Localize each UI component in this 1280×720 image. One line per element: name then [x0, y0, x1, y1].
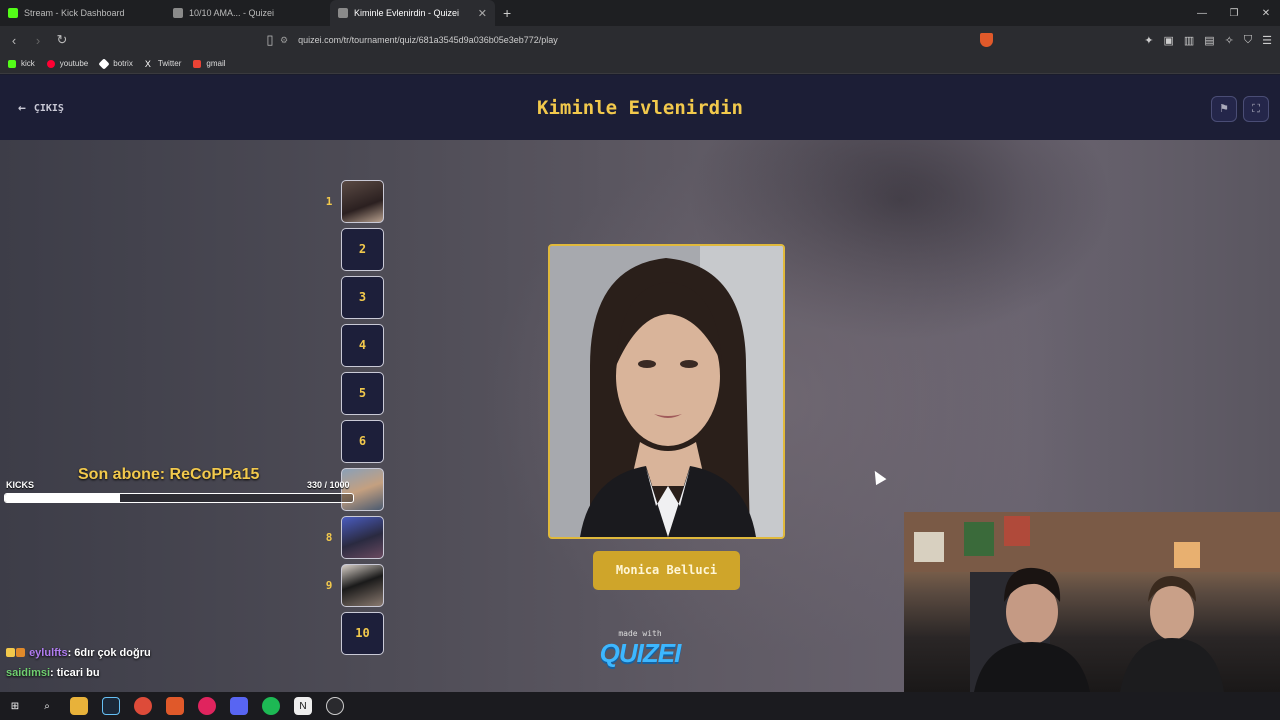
- rank-slot[interactable]: 10: [341, 612, 384, 655]
- chat-message: saidimsi: ticari bu: [6, 667, 100, 679]
- quiz-header: ← ÇIKIŞ Kiminle Evlenirdin ⚑ ⛶: [0, 75, 1280, 140]
- address-bar[interactable]: ⚙ quizei.com/tr/tournament/quiz/681a3545…: [280, 30, 1000, 50]
- rank-slot[interactable]: 6: [341, 420, 384, 463]
- bookmark-icon[interactable]: ▯: [260, 32, 280, 48]
- quizei-logo[interactable]: QUIZEI: [596, 638, 684, 669]
- portrait-image: [550, 246, 783, 537]
- quizei-favicon-icon: [173, 8, 183, 18]
- site-info-icon[interactable]: ⚙: [280, 35, 288, 46]
- gift-badge-icon: [16, 648, 25, 657]
- bookmark-twitter[interactable]: X Twitter: [145, 59, 182, 68]
- webcam-image: [904, 512, 1280, 692]
- youtube-icon: [46, 59, 55, 68]
- rank-slot[interactable]: 3: [341, 276, 384, 319]
- file-explorer-icon[interactable]: [70, 697, 88, 715]
- kicks-goal-label: KICKS: [6, 480, 35, 490]
- report-flag-button[interactable]: ⚑: [1211, 96, 1237, 122]
- tab-title: 10/10 AMA... - Quizei: [189, 8, 275, 18]
- chat-message: eylulfts: 6dır çok doğru: [6, 647, 151, 659]
- rank-slot[interactable]: 4: [341, 324, 384, 367]
- kicks-progress-bar: [4, 493, 354, 503]
- last-subscriber-label: Son abone: ReCoPPa15: [78, 466, 260, 483]
- brave-icon[interactable]: [166, 697, 184, 715]
- close-window-icon[interactable]: ✕: [1250, 8, 1280, 19]
- bookmark-kick[interactable]: kick: [8, 59, 35, 68]
- menu-icon[interactable]: ☰: [1262, 34, 1272, 47]
- candidate-name-button[interactable]: Monica Belluci: [593, 551, 740, 590]
- rank-slot[interactable]: 5: [341, 372, 384, 415]
- chat-text: : ticari bu: [50, 667, 100, 679]
- candidate-photo: [548, 244, 785, 539]
- vpn-icon[interactable]: ⛉: [1244, 34, 1252, 47]
- spotify-icon[interactable]: [262, 697, 280, 715]
- fullscreen-icon: ⛶: [1252, 103, 1260, 115]
- obs-icon[interactable]: [326, 697, 344, 715]
- botrix-icon: [98, 57, 110, 70]
- rank-slot-filled: [341, 516, 384, 559]
- kicks-goal-count: 330 / 1000: [307, 480, 350, 490]
- browser-tab-bar: Stream - Kick Dashboard 10/10 AMA... - Q…: [0, 0, 1280, 26]
- rank-number: 1: [325, 195, 333, 208]
- wallet2-icon[interactable]: ▤: [1204, 34, 1214, 47]
- forward-icon[interactable]: ›: [28, 33, 48, 48]
- gmail-icon: [193, 59, 202, 68]
- bookmark-gmail[interactable]: gmail: [193, 59, 226, 68]
- bookmarks-bar: kick youtube botrix X Twitter gmail: [0, 54, 1280, 74]
- brave-shield-icon[interactable]: [980, 33, 993, 47]
- search-icon[interactable]: ⌕: [38, 697, 56, 715]
- reload-icon[interactable]: ↻: [52, 32, 72, 48]
- browser-tab-active[interactable]: Kiminle Evlenirdin - Quizei ✕: [330, 0, 495, 26]
- rank-slot-filled: [341, 564, 384, 607]
- mouse-cursor-icon: [869, 467, 887, 486]
- new-tab-button[interactable]: +: [495, 0, 519, 26]
- browser-toolbar: ‹ › ↻ ▯ ⚙ quizei.com/tr/tournament/quiz/…: [0, 26, 1280, 54]
- windows-start-icon[interactable]: ⊞: [6, 697, 24, 715]
- rank-slot-filled: [341, 180, 384, 223]
- close-tab-icon[interactable]: ✕: [478, 7, 487, 20]
- tab-title: Stream - Kick Dashboard: [24, 8, 125, 18]
- chrome-icon[interactable]: [134, 697, 152, 715]
- browser-tab[interactable]: 10/10 AMA... - Quizei: [165, 0, 330, 26]
- window-controls: — ❐ ✕: [1186, 0, 1280, 26]
- quiz-title: Kiminle Evlenirdin: [537, 97, 743, 119]
- rank-number: 8: [325, 531, 333, 544]
- notion-icon[interactable]: N: [294, 697, 312, 715]
- steam-icon[interactable]: [102, 697, 120, 715]
- kick-favicon-icon: [8, 8, 18, 18]
- browser-tab[interactable]: Stream - Kick Dashboard: [0, 0, 165, 26]
- chat-username: eylulfts: [29, 647, 68, 659]
- toolbar-extensions: ✦ ▣ ▥ ▤ ✧ ⛉ ☰: [1144, 26, 1272, 54]
- bookmark-botrix[interactable]: botrix: [98, 57, 133, 70]
- kicks-progress-fill: [5, 494, 120, 502]
- quizei-favicon-icon: [338, 8, 348, 18]
- restore-icon[interactable]: ❐: [1218, 8, 1250, 19]
- wallet-icon[interactable]: ▣: [1163, 34, 1173, 47]
- rank-number: 9: [325, 579, 333, 592]
- tab-title: Kiminle Evlenirdin - Quizei: [354, 8, 460, 18]
- chat-username: saidimsi: [6, 667, 51, 679]
- webcam-overlay: [904, 512, 1280, 692]
- media-player-icon[interactable]: [198, 697, 216, 715]
- flag-icon: ⚑: [1219, 103, 1229, 115]
- discord-icon[interactable]: [230, 697, 248, 715]
- windows-taskbar: ⊞ ⌕ N: [0, 692, 1280, 720]
- kick-icon: [8, 59, 16, 68]
- back-icon[interactable]: ‹: [4, 33, 24, 48]
- fullscreen-button[interactable]: ⛶: [1243, 96, 1269, 122]
- subscriber-badge-icon: [6, 648, 15, 657]
- url-text: quizei.com/tr/tournament/quiz/681a3545d9…: [298, 35, 558, 45]
- rank-slot[interactable]: 2: [341, 228, 384, 271]
- twitter-icon: X: [144, 58, 151, 69]
- minimize-icon[interactable]: —: [1186, 8, 1218, 19]
- sidebar-icon[interactable]: ▥: [1184, 34, 1194, 47]
- chat-text: : 6dır çok doğru: [67, 647, 151, 659]
- leo-icon[interactable]: ✧: [1225, 34, 1234, 47]
- extensions-icon[interactable]: ✦: [1144, 34, 1153, 47]
- made-with-label: made with: [618, 629, 662, 638]
- bookmark-youtube[interactable]: youtube: [46, 59, 88, 68]
